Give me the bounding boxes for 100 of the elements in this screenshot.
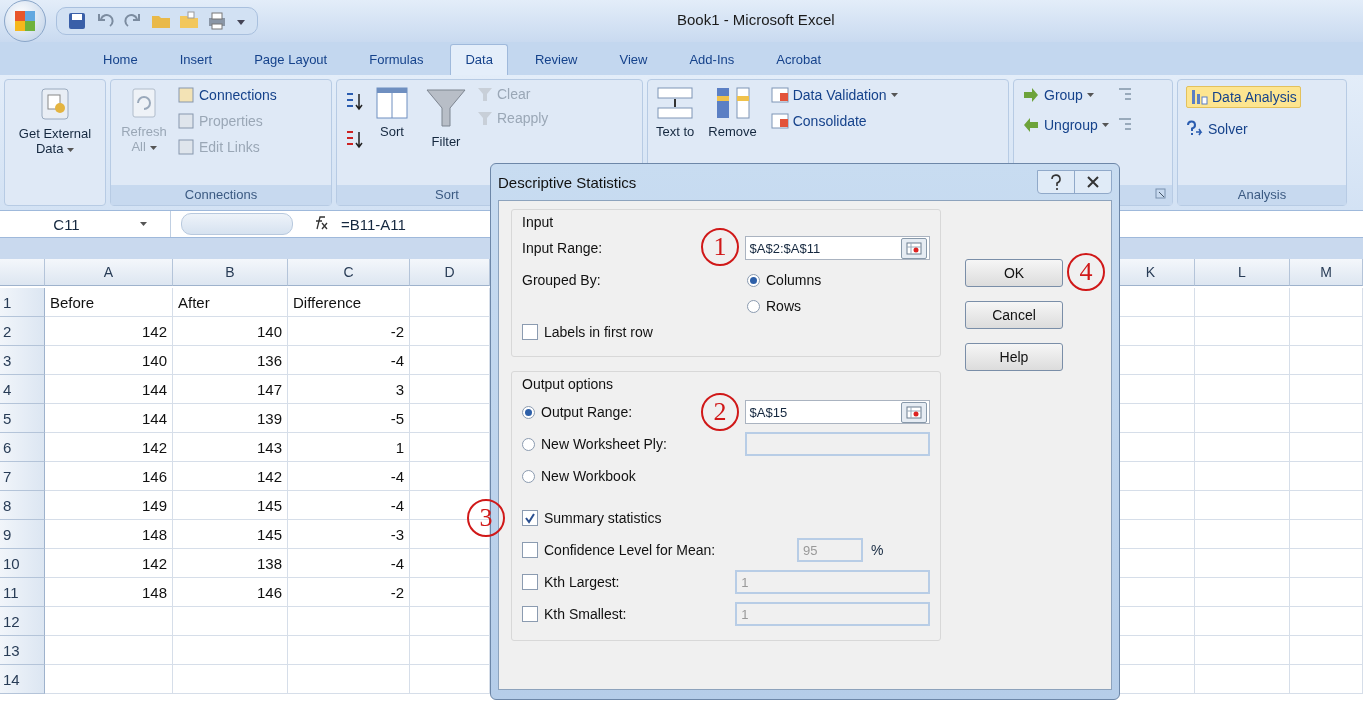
table-cell: 142 <box>45 549 173 578</box>
checkbox-option[interactable]: Kth Largest: <box>522 574 736 590</box>
arrow-right-icon <box>1022 86 1040 104</box>
document-icon <box>177 86 195 104</box>
field-label: Grouped By: <box>522 272 602 288</box>
row-header[interactable]: 2 <box>0 317 45 346</box>
ribbon-command[interactable]: Solver <box>1186 120 1301 138</box>
ribbon-tab[interactable]: Add-Ins <box>674 44 750 75</box>
dialog-button[interactable]: OK <box>965 259 1063 287</box>
radio-option[interactable]: Columns <box>747 272 822 288</box>
checkbox[interactable] <box>522 542 538 558</box>
worksheet-name-field[interactable] <box>744 432 930 456</box>
radio-option[interactable]: Rows <box>747 298 822 314</box>
column-header[interactable]: A <box>45 259 173 286</box>
name-box[interactable]: C11 <box>53 215 80 233</box>
ribbon-command[interactable]: Data Analysis <box>1186 86 1301 108</box>
checkbox-option[interactable]: Confidence Level for Mean: <box>522 542 797 558</box>
row-header[interactable]: 9 <box>0 520 45 549</box>
caret-icon <box>67 148 75 153</box>
row-header[interactable]: 13 <box>0 636 45 665</box>
checkbox-option[interactable]: Labels in first row <box>522 324 653 340</box>
row-header[interactable]: 14 <box>0 665 45 694</box>
checkbox[interactable] <box>522 324 538 340</box>
help-icon <box>1049 173 1063 191</box>
column-header[interactable]: B <box>173 259 288 286</box>
ribbon-command[interactable]: Consolidate <box>770 112 898 130</box>
radio-option[interactable]: New Worksheet Ply: <box>522 436 685 452</box>
ribbon-tab[interactable]: Home <box>88 44 153 75</box>
text-to-columns-button[interactable]: Text to <box>656 86 695 139</box>
field-label: Input Range: <box>522 240 604 256</box>
ribbon-tab[interactable]: Review <box>519 44 593 75</box>
column-header[interactable]: M <box>1290 259 1363 286</box>
select-all-corner[interactable] <box>0 259 45 286</box>
row-header[interactable]: 10 <box>0 549 45 578</box>
table-cell: 146 <box>173 578 288 607</box>
ribbon-command[interactable]: Group <box>1022 86 1109 104</box>
checkbox[interactable] <box>522 606 538 622</box>
callout-number: 1 <box>701 228 739 266</box>
radio-option[interactable]: New Workbook <box>522 468 687 484</box>
table-cell: Before <box>45 288 173 317</box>
table-cell: 3 <box>288 375 410 404</box>
radio-button[interactable] <box>747 299 760 313</box>
column-header[interactable]: C <box>288 259 410 286</box>
checkbox[interactable] <box>522 574 538 590</box>
funnel-icon <box>425 86 467 130</box>
office-button[interactable] <box>4 0 46 42</box>
table-cell: 143 <box>173 433 288 462</box>
table-cell: 146 <box>45 462 173 491</box>
table-cell: 148 <box>45 520 173 549</box>
ribbon-tab[interactable]: Insert <box>164 44 228 75</box>
sort-button[interactable]: Sort <box>375 86 409 139</box>
input-range-field[interactable]: $A$2:$A$11 <box>744 236 930 260</box>
table-cell: 139 <box>173 404 288 433</box>
ribbon-tab[interactable]: Page Layout <box>239 44 343 75</box>
column-header[interactable]: D <box>410 259 490 286</box>
dialog-launcher-icon <box>1155 188 1166 199</box>
table-cell: 147 <box>173 375 288 404</box>
chart-icon <box>1190 88 1208 106</box>
filter-button[interactable]: Filter <box>425 86 467 149</box>
unit-label: % <box>871 542 884 558</box>
row-header[interactable]: 5 <box>0 404 45 433</box>
column-header[interactable]: L <box>1195 259 1290 286</box>
table-cell: After <box>173 288 288 317</box>
range-select-button[interactable] <box>901 401 927 423</box>
row-header[interactable]: 12 <box>0 607 45 636</box>
table-cell: 148 <box>45 578 173 607</box>
radio-button[interactable] <box>522 469 535 483</box>
row-header[interactable]: 6 <box>0 433 45 462</box>
ribbon-command[interactable]: Connections <box>177 86 277 104</box>
checkbox-option[interactable]: Summary statistics <box>522 510 662 526</box>
radio-button[interactable] <box>522 437 535 451</box>
row-header[interactable]: 7 <box>0 462 45 491</box>
table-cell: 142 <box>45 433 173 462</box>
checkbox-option[interactable]: Kth Smallest: <box>522 606 736 622</box>
dialog-button[interactable]: Help <box>965 343 1063 371</box>
radio-button[interactable] <box>747 273 760 287</box>
radio-option[interactable]: Output Range: <box>522 404 685 420</box>
dialog-button[interactable]: Cancel <box>965 301 1063 329</box>
range-select-button[interactable] <box>901 237 927 259</box>
show-detail-icon <box>1116 86 1133 102</box>
table-cell: -2 <box>288 317 410 346</box>
caret-icon <box>1086 92 1094 98</box>
ribbon-tab[interactable]: Formulas <box>354 44 439 75</box>
output-range-field[interactable]: $A$15 <box>744 400 930 424</box>
ribbon-tab[interactable]: View <box>604 44 663 75</box>
row-header[interactable]: 3 <box>0 346 45 375</box>
refresh-icon <box>129 86 159 120</box>
row-header[interactable]: 4 <box>0 375 45 404</box>
ribbon-tab[interactable]: Data <box>450 44 508 75</box>
ribbon-command[interactable]: Data Validation <box>770 86 898 104</box>
row-header[interactable]: 11 <box>0 578 45 607</box>
formula-text[interactable]: =B11-A11 <box>341 215 406 233</box>
checkbox[interactable] <box>522 510 538 526</box>
radio-button[interactable] <box>522 405 535 419</box>
office-logo-icon <box>13 9 37 33</box>
row-header[interactable]: 8 <box>0 491 45 520</box>
ribbon-command[interactable]: Ungroup <box>1022 116 1109 134</box>
remove-duplicates-button[interactable]: Remove <box>708 86 757 139</box>
row-header[interactable]: 1 <box>0 288 45 317</box>
ribbon-tab[interactable]: Acrobat <box>761 44 837 75</box>
